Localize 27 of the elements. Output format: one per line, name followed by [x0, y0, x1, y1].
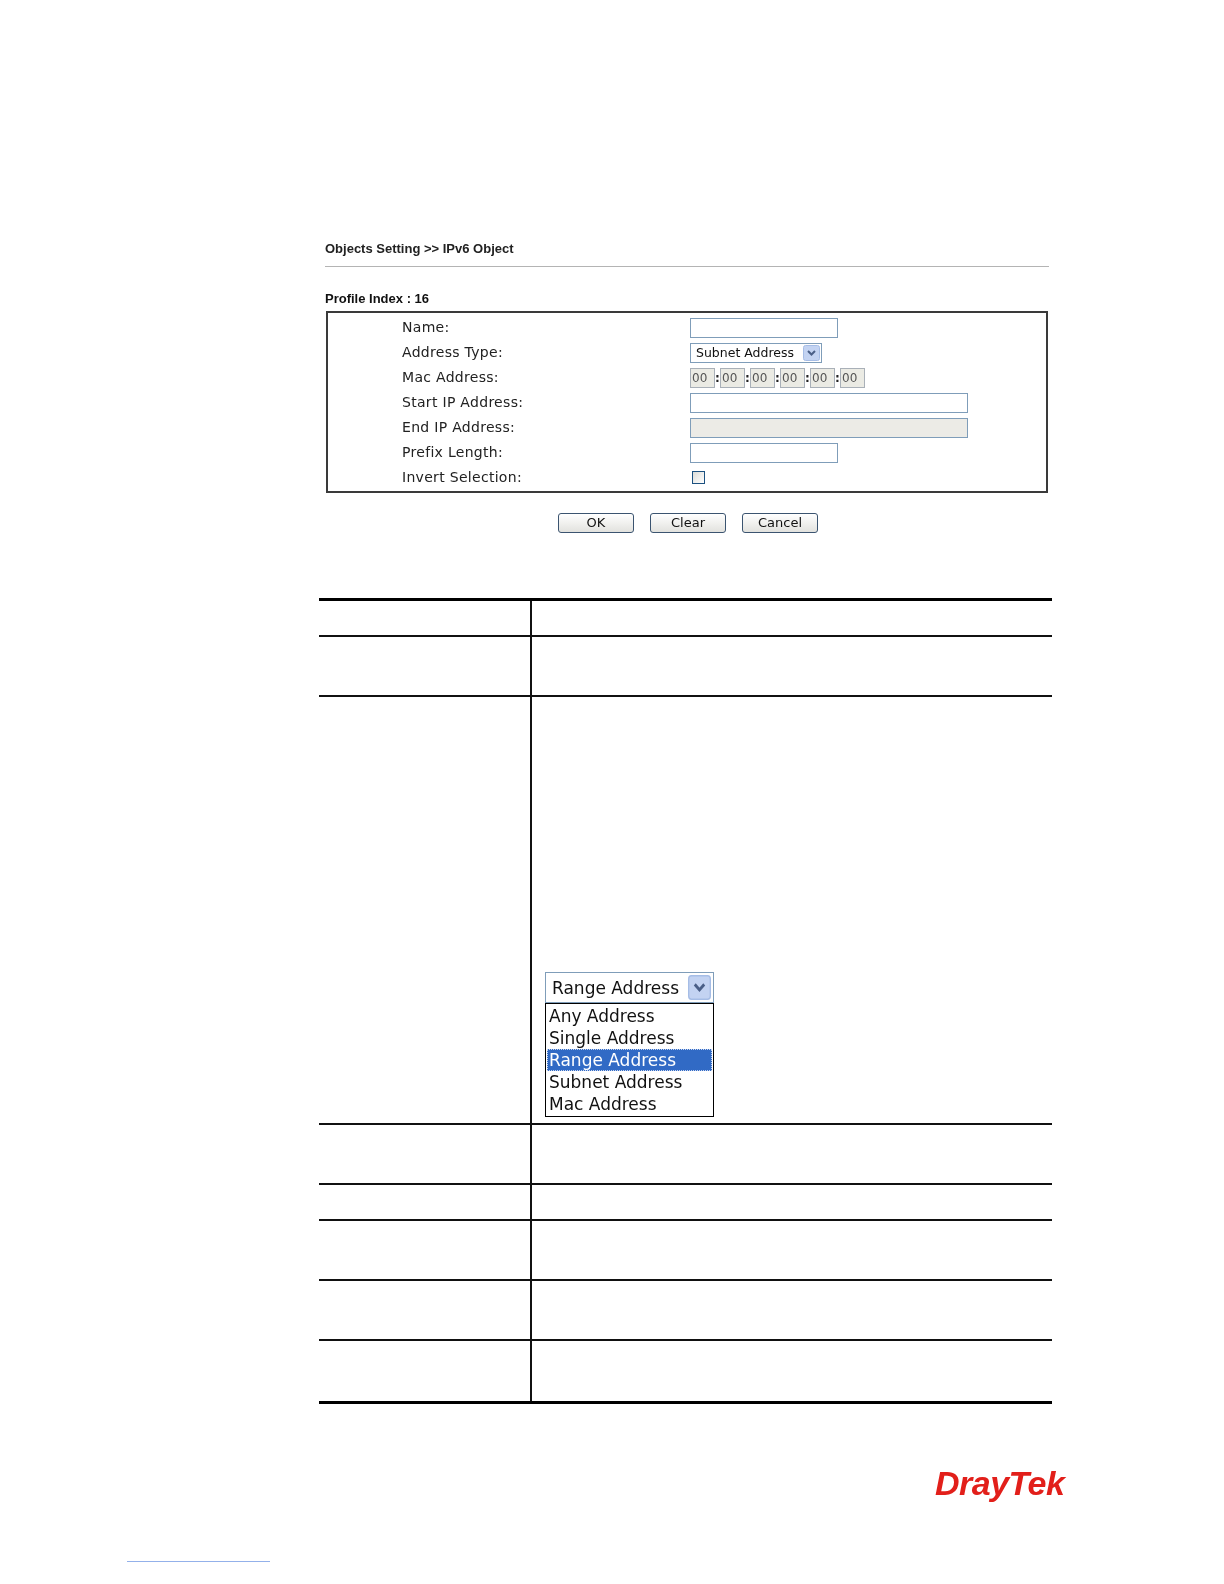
field-label: Invert Selection:: [402, 469, 522, 486]
profile-index-label: Profile Index : 16: [325, 291, 430, 307]
form-button[interactable]: Cancel: [742, 513, 818, 533]
text-input-field[interactable]: [690, 442, 838, 463]
field-label: Name:: [402, 319, 450, 336]
chevron-down-icon: [803, 344, 820, 361]
field-label: End IP Address:: [402, 419, 516, 436]
text-input-field[interactable]: [690, 317, 838, 338]
dropdown-select[interactable]: Subnet Address: [690, 342, 822, 363]
checkbox[interactable]: [692, 471, 705, 484]
field-label: Start IP Address:: [402, 394, 524, 411]
text-input-field[interactable]: [690, 392, 968, 413]
colon-separator: :: [805, 369, 810, 386]
dropdown-option[interactable]: Range Address: [547, 1049, 712, 1071]
dropdown-select[interactable]: Range Address: [545, 972, 714, 1003]
field-label: Prefix Length:: [402, 444, 504, 461]
colon-separator: :: [715, 369, 720, 386]
breadcrumb-title: Objects Setting >> IPv6 Object: [325, 241, 514, 257]
form-button[interactable]: OK: [558, 513, 634, 533]
colon-separator: :: [835, 369, 840, 386]
form-button[interactable]: Clear: [650, 513, 726, 533]
field-label: Address Type:: [402, 344, 503, 361]
colon-separator: :: [745, 369, 750, 386]
field-label: Mac Address:: [402, 369, 499, 386]
chevron-down-icon: [688, 975, 711, 1000]
brand-logo: DrayTek: [935, 1463, 1065, 1504]
colon-separator: :: [775, 369, 780, 386]
